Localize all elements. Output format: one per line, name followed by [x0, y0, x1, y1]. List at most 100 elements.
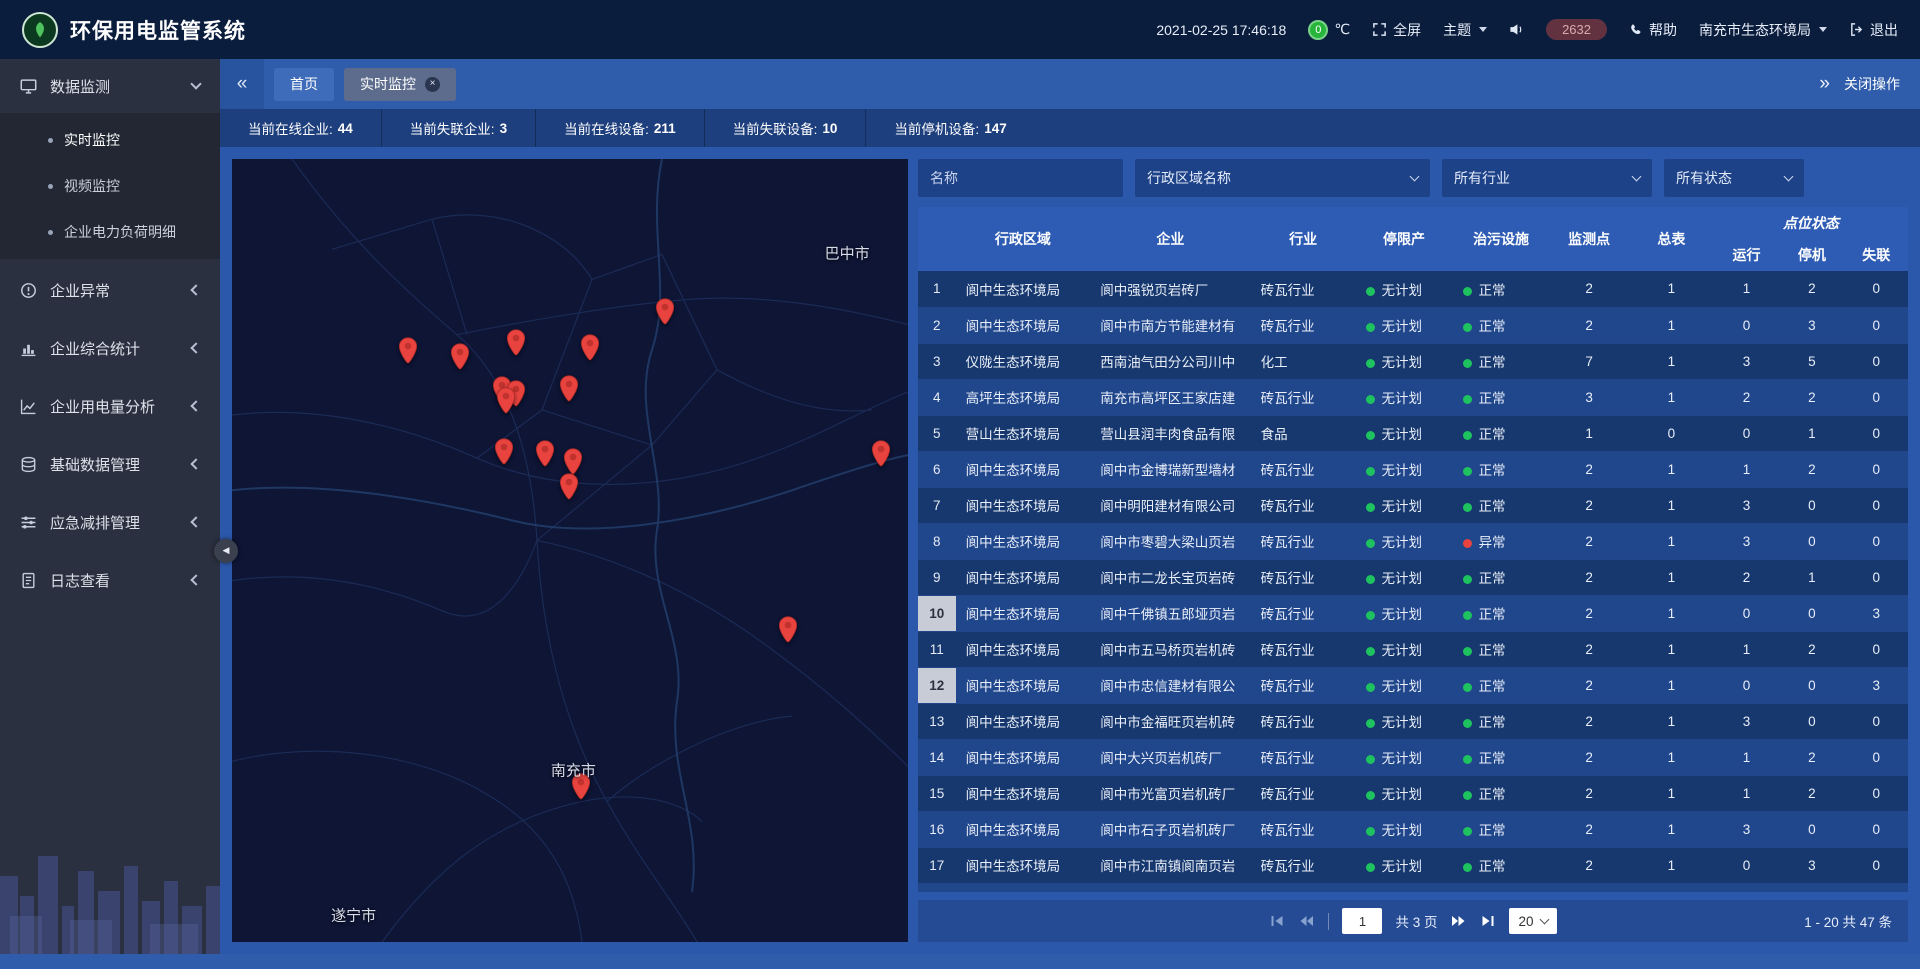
tabs-scroll-left-button[interactable]: «: [220, 59, 264, 109]
last-page-button[interactable]: [1480, 913, 1496, 929]
cell-limit: 无计划: [1356, 307, 1453, 343]
status-dot-green-icon: [1366, 431, 1375, 440]
table-row-8[interactable]: 8阆中生态环境局阆中市枣碧大梁山页岩砖瓦行业无计划异常21300: [918, 523, 1908, 559]
fullscreen-button[interactable]: 全屏: [1372, 20, 1421, 40]
cell-region: 阆中生态环境局: [956, 703, 1091, 739]
next-page-button[interactable]: [1450, 913, 1467, 929]
announcement-button[interactable]: [1509, 22, 1524, 37]
page-number-input[interactable]: [1342, 908, 1382, 934]
map-collapse-button[interactable]: ◀: [214, 539, 238, 563]
chevron-left-icon: [190, 284, 201, 295]
cell-run: 3: [1714, 343, 1779, 379]
notice-count-badge[interactable]: 2632: [1546, 19, 1607, 40]
cell-lost: 0: [1845, 343, 1908, 379]
sidebar-item-label: 基础数据管理: [50, 454, 140, 475]
cell-limit: 无计划: [1356, 739, 1453, 775]
sidebar-subitem-0-2[interactable]: 企业电力负荷明细: [0, 209, 220, 255]
page-size-select[interactable]: 20: [1509, 908, 1556, 934]
map-pin-0[interactable]: [398, 337, 418, 365]
status-dot-green-icon: [1463, 395, 1472, 404]
sidebar-subitem-0-1[interactable]: 视频监控: [0, 163, 220, 209]
table-row-15[interactable]: 15阆中生态环境局阆中市光富页岩机砖厂砖瓦行业无计划正常21120: [918, 775, 1908, 811]
status-dot-green-icon: [1463, 827, 1472, 836]
cell-region: 阆中生态环境局: [956, 775, 1091, 811]
table-row-13[interactable]: 13阆中生态环境局阆中市金福旺页岩机砖砖瓦行业无计划正常21300: [918, 703, 1908, 739]
sidebar-subitem-0-0[interactable]: 实时监控: [0, 117, 220, 163]
region-filter-select[interactable]: 行政区域名称: [1135, 159, 1430, 197]
cell-run: 1: [1714, 775, 1779, 811]
industry-filter-select[interactable]: 所有行业: [1442, 159, 1652, 197]
map-pin-9[interactable]: [494, 438, 514, 466]
sidebar-group-1: 企业异常: [0, 263, 220, 317]
sidebar-item-1[interactable]: 企业异常: [0, 263, 220, 317]
map-pin-1[interactable]: [450, 343, 470, 371]
cell-stop: 3: [1779, 307, 1844, 343]
map-pin-12[interactable]: [559, 473, 579, 501]
cell-company: 阆中市金福旺页岩机砖: [1090, 703, 1250, 739]
sidebar-item-6[interactable]: 日志查看: [0, 553, 220, 607]
table-row-5[interactable]: 5营山生态环境局营山县润丰肉食品有限食品无计划正常10010: [918, 415, 1908, 451]
map-pin-13[interactable]: [871, 440, 891, 468]
sidebar-item-4[interactable]: 基础数据管理: [0, 437, 220, 491]
table-row-6[interactable]: 6阆中生态环境局阆中市金博瑞新型墙材砖瓦行业无计划正常21120: [918, 451, 1908, 487]
table-row-2[interactable]: 2阆中生态环境局阆中市南方节能建材有砖瓦行业无计划正常21030: [918, 307, 1908, 343]
table-row-17[interactable]: 17阆中生态环境局阆中市江南镇阆南页岩砖瓦行业无计划正常21030: [918, 847, 1908, 883]
cell-limit: 无计划: [1356, 811, 1453, 847]
tab-1[interactable]: 实时监控×: [344, 68, 456, 101]
cell-run: 0: [1714, 415, 1779, 451]
cell-limit: 无计划: [1356, 559, 1453, 595]
table-header: 行政区域 企业 行业 停限产 治污设施 监测点 总表 点位状态: [918, 207, 1908, 271]
table-row-9[interactable]: 9阆中生态环境局阆中市二龙长宝页岩砖砖瓦行业无计划正常21210: [918, 559, 1908, 595]
analysis-icon: [20, 398, 37, 415]
cell-industry: 砖瓦行业: [1251, 559, 1356, 595]
status-dot-green-icon: [1463, 359, 1472, 368]
cell-run: 0: [1714, 595, 1779, 631]
help-button[interactable]: 帮助: [1629, 20, 1677, 40]
table-row-7[interactable]: 7阆中生态环境局阆中明阳建材有限公司砖瓦行业无计划正常21300: [918, 487, 1908, 523]
status-dot-green-icon: [1463, 719, 1472, 728]
map-panel[interactable]: 巴中市南充市遂宁市: [232, 159, 908, 942]
tab-0[interactable]: 首页: [274, 68, 334, 101]
close-operations-dropdown[interactable]: 关闭操作: [1844, 74, 1900, 94]
logout-button[interactable]: 退出: [1849, 20, 1898, 40]
org-dropdown[interactable]: 南充市生态环境局: [1699, 20, 1827, 40]
cell-stop: 0: [1779, 523, 1844, 559]
first-page-button[interactable]: [1269, 913, 1285, 929]
map-pin-14[interactable]: [778, 616, 798, 644]
table-row-16[interactable]: 16阆中生态环境局阆中市石子页岩机砖厂砖瓦行业无计划正常21300: [918, 811, 1908, 847]
cell-facility: 正常: [1453, 883, 1550, 892]
cell-stop: 0: [1779, 667, 1844, 703]
tabs-scroll-right-button[interactable]: »: [1819, 73, 1830, 95]
table-row-3[interactable]: 3仪陇生态环境局西南油气田分公司川中化工无计划正常71350: [918, 343, 1908, 379]
map-pin-7[interactable]: [496, 387, 516, 415]
sidebar-item-2[interactable]: 企业综合统计: [0, 321, 220, 375]
speaker-icon: [1509, 22, 1524, 37]
map-pin-4[interactable]: [655, 298, 675, 326]
sidebar-item-3[interactable]: 企业用电量分析: [0, 379, 220, 433]
close-icon[interactable]: ×: [425, 77, 440, 92]
table-row-11[interactable]: 11阆中生态环境局阆中市五马桥页岩机砖砖瓦行业无计划正常21120: [918, 631, 1908, 667]
table-row-1[interactable]: 1阆中生态环境局阆中强锐页岩砖厂砖瓦行业无计划正常21120: [918, 271, 1908, 307]
table-row-14[interactable]: 14阆中生态环境局阆中大兴页岩机砖厂砖瓦行业无计划正常21120: [918, 739, 1908, 775]
table-row-10[interactable]: 10阆中生态环境局阆中千佛镇五郎垭页岩砖瓦行业无计划正常21003: [918, 595, 1908, 631]
table-row-18[interactable]: 18南部生态环境局南部县鑫泰建材有限公砖瓦行业无计划正常21030: [918, 883, 1908, 892]
table-row-12[interactable]: 12阆中生态环境局阆中市忠信建材有限公砖瓦行业无计划正常21003: [918, 667, 1908, 703]
table-row-4[interactable]: 4高坪生态环境局南充市高坪区王家店建砖瓦行业无计划正常31220: [918, 379, 1908, 415]
map-pin-11[interactable]: [563, 448, 583, 476]
map-pin-2[interactable]: [506, 329, 526, 357]
sidebar-item-5[interactable]: 应急减排管理: [0, 495, 220, 549]
status-filter-select[interactable]: 所有状态: [1664, 159, 1804, 197]
cell-lost: 0: [1845, 631, 1908, 667]
cell-limit: 无计划: [1356, 487, 1453, 523]
cell-meters: 1: [1629, 883, 1714, 892]
cell-industry: 砖瓦行业: [1251, 667, 1356, 703]
map-pin-3[interactable]: [580, 334, 600, 362]
sidebar-item-0[interactable]: 数据监测: [0, 59, 220, 113]
name-filter-input[interactable]: [918, 159, 1123, 197]
prev-page-button[interactable]: [1298, 913, 1315, 929]
tab-label: 首页: [290, 74, 318, 94]
cell-region: 高坪生态环境局: [956, 379, 1091, 415]
theme-dropdown[interactable]: 主题: [1443, 20, 1487, 40]
map-pin-10[interactable]: [535, 440, 555, 468]
map-pin-8[interactable]: [559, 375, 579, 403]
